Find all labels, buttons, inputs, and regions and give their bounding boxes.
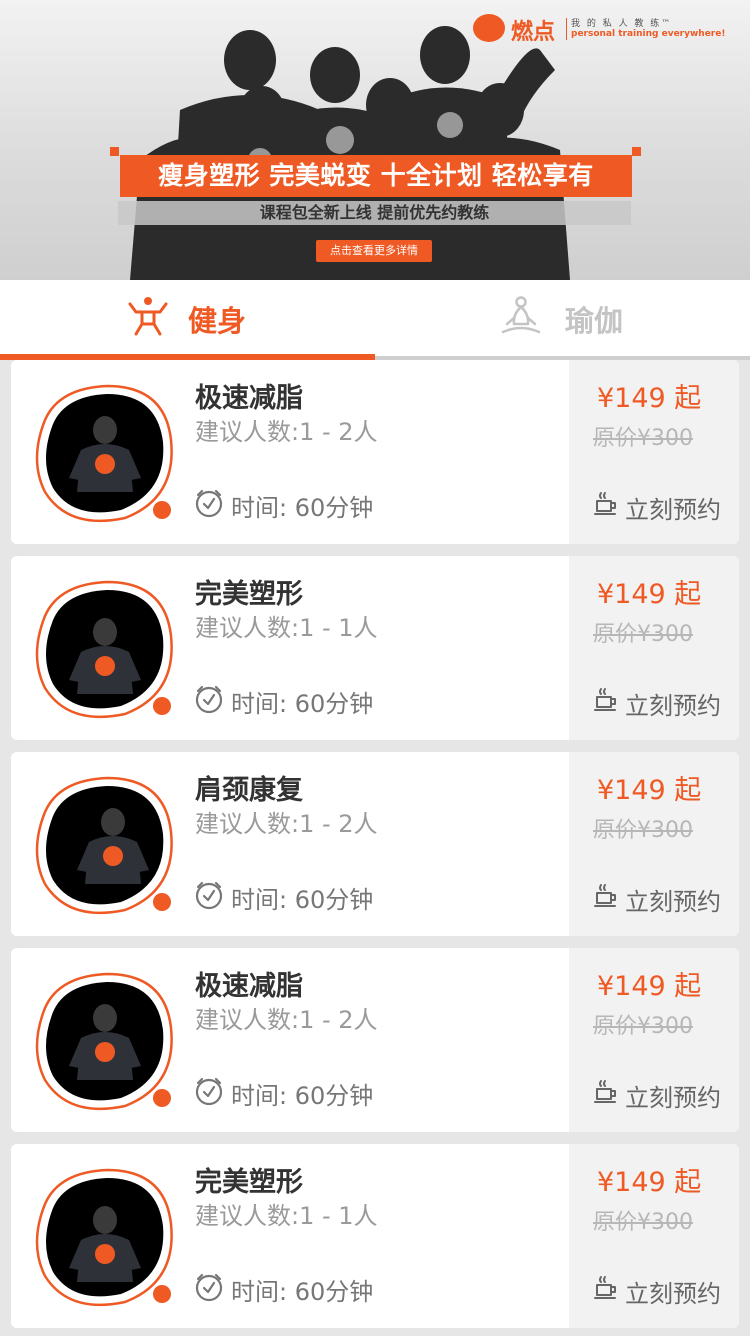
status-dot [153,893,171,911]
book-now-button[interactable]: 立刻预约 [625,490,721,525]
course-price: ¥149 起 [597,971,702,1002]
trainer-avatar [29,968,177,1116]
book-now-button[interactable]: 立刻预约 [625,1274,721,1309]
tab-yoga-label: 瑜伽 [565,304,624,338]
tab-fitness[interactable]: 健身 [0,280,375,360]
course-time: 时间: 60分钟 [231,1082,374,1110]
slogan-corner-left [110,147,119,156]
course-price: ¥149 起 [597,775,702,806]
original-price: 原价¥300 [593,818,693,843]
trainer-avatar [29,576,177,724]
brand-tagline-cn: 我 的 私 人 教 练™ [571,19,673,29]
original-price: 原价¥300 [593,1014,693,1039]
course-card[interactable]: 极速减脂 建议人数:1 - 2人 时间: 60分钟 ¥149 起 原价¥300 … [11,360,739,544]
yoga-meditation-icon [501,296,541,334]
course-time: 时间: 60分钟 [231,886,374,914]
course-title: 极速减脂 [195,971,303,1002]
status-dot [153,1089,171,1107]
coffee-cup-icon [594,492,616,515]
clock-icon [195,881,223,910]
coffee-cup-icon [594,1080,616,1103]
course-time: 时间: 60分钟 [231,1278,374,1306]
brand-tagline-en: personal training everywhere! [571,29,726,39]
original-price: 原价¥300 [593,622,693,647]
course-people: 建议人数:1 - 2人 [195,418,378,446]
clock-icon [195,685,223,714]
course-people: 建议人数:1 - 1人 [195,1202,378,1230]
book-now-button[interactable]: 立刻预约 [625,882,721,917]
course-people: 建议人数:1 - 2人 [195,810,378,838]
status-dot [153,501,171,519]
original-price: 原价¥300 [593,426,693,451]
course-card[interactable]: 完美塑形 建议人数:1 - 1人 时间: 60分钟 ¥149 起 原价¥300 … [11,1144,739,1328]
view-details-button[interactable]: 点击查看更多详情 [316,240,432,262]
course-people: 建议人数:1 - 1人 [195,614,378,642]
price-panel: ¥149 起 原价¥300 立刻预约 [569,1144,739,1328]
course-price: ¥149 起 [597,383,702,414]
price-panel: ¥149 起 原价¥300 立刻预约 [569,752,739,936]
brand-dot-icon [473,14,505,42]
course-price: ¥149 起 [597,579,702,610]
price-panel: ¥149 起 原价¥300 立刻预约 [569,948,739,1132]
course-title: 完美塑形 [195,579,303,610]
clock-icon [195,1077,223,1106]
course-card[interactable]: 极速减脂 建议人数:1 - 2人 时间: 60分钟 ¥149 起 原价¥300 … [11,948,739,1132]
course-title: 极速减脂 [195,383,303,414]
book-now-button[interactable]: 立刻预约 [625,1078,721,1113]
course-price: ¥149 起 [597,1167,702,1198]
course-time: 时间: 60分钟 [231,494,374,522]
course-title: 肩颈康复 [195,775,303,806]
course-title: 完美塑形 [195,1167,303,1198]
trainer-avatar [29,380,177,528]
category-tabs: 健身 瑜伽 [0,280,750,360]
clock-icon [195,489,223,518]
promo-banner[interactable]: 燃点 我 的 私 人 教 练™ personal training everyw… [0,0,750,280]
original-price: 原价¥300 [593,1210,693,1235]
banner-sub-slogan: 课程包全新上线 提前优先约教练 [118,201,631,225]
trainer-avatar [29,1164,177,1312]
coffee-cup-icon [594,884,616,907]
price-panel: ¥149 起 原价¥300 立刻预约 [569,556,739,740]
price-panel: ¥149 起 原价¥300 立刻预约 [569,360,739,544]
course-people: 建议人数:1 - 2人 [195,1006,378,1034]
banner-slogan: 瘦身塑形 完美蜕变 十全计划 轻松享有 [120,155,632,197]
slogan-corner-right [632,147,641,156]
tab-yoga[interactable]: 瑜伽 [375,280,750,360]
course-time: 时间: 60分钟 [231,690,374,718]
course-card[interactable]: 肩颈康复 建议人数:1 - 2人 时间: 60分钟 ¥149 起 原价¥300 … [11,752,739,936]
course-card[interactable]: 完美塑形 建议人数:1 - 1人 时间: 60分钟 ¥149 起 原价¥300 … [11,556,739,740]
status-dot [153,697,171,715]
status-dot [153,1285,171,1303]
coffee-cup-icon [594,1276,616,1299]
clock-icon [195,1273,223,1302]
trainers-group-photo [130,26,570,280]
book-now-button[interactable]: 立刻预约 [625,686,721,721]
trainer-avatar [29,772,177,920]
brand-divider [566,18,567,40]
coffee-cup-icon [594,688,616,711]
fitness-person-icon [128,297,168,336]
brand-name: 燃点 [511,20,556,45]
tab-fitness-label: 健身 [188,304,247,338]
